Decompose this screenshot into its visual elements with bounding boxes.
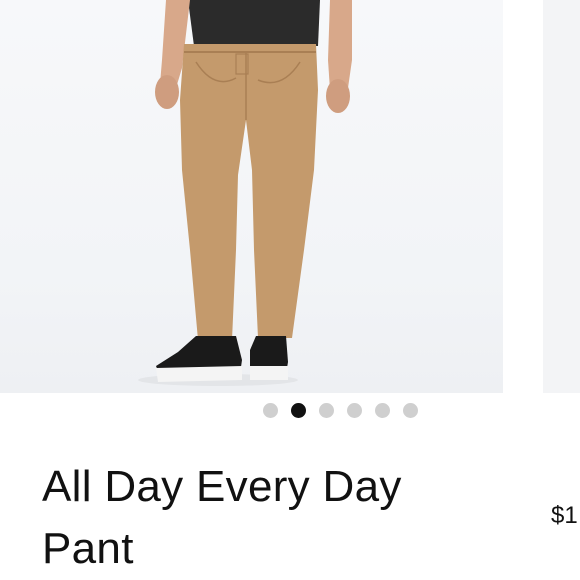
carousel-dots: [263, 403, 418, 418]
next-product-image-peek[interactable]: [543, 0, 580, 393]
pant-shape: [180, 44, 318, 340]
carousel-dot[interactable]: [375, 403, 390, 418]
product-price: $1: [551, 502, 578, 529]
tshirt-shape: [188, 0, 320, 46]
product-page: All Day Every Day Pant $1: [0, 0, 580, 580]
carousel-dot[interactable]: [291, 403, 306, 418]
product-title: All Day Every Day Pant: [42, 462, 402, 573]
carousel-dot[interactable]: [319, 403, 334, 418]
carousel-dot[interactable]: [263, 403, 278, 418]
product-image[interactable]: [0, 0, 503, 393]
product-photo-illustration: [138, 0, 352, 386]
carousel-dot[interactable]: [347, 403, 362, 418]
carousel-dot[interactable]: [403, 403, 418, 418]
